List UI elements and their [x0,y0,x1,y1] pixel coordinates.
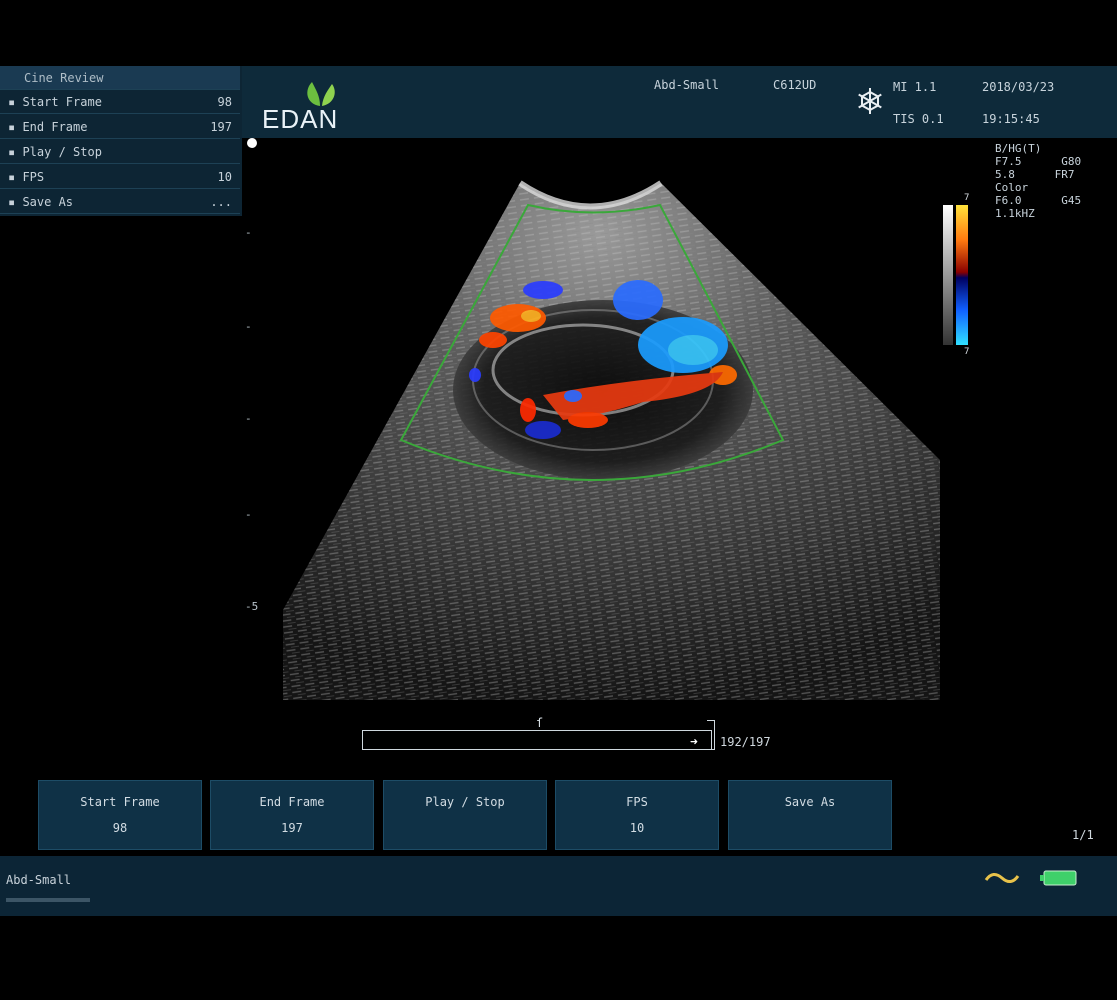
page-indicator: 1/1 [1072,828,1094,842]
preset-label: Abd-Small [654,78,720,92]
button-label: End Frame [259,795,325,809]
menu-item-value: 10 [217,170,232,184]
probe-label: C612UD [773,78,817,92]
start-frame-button[interactable]: Start Frame 98 [38,780,202,850]
button-label: Start Frame [80,795,160,809]
param-row: 5.8 FR7 [995,168,1075,181]
param-mode: B/HG(T) [995,142,1042,155]
menu-item-value: 98 [217,95,232,109]
mi-readout: MI 1.1 [893,80,937,94]
depth-tick: - [245,226,252,239]
cine-end-bracket [707,720,715,750]
arrow-right-icon: ➜ [690,735,698,750]
button-label: FPS [626,795,648,809]
menu-item-label: ▪ FPS [8,170,45,184]
tis-readout: TIS 0.1 [893,112,944,126]
color-velocity-bar [956,205,968,345]
date-readout: 2018/03/23 [982,80,1055,94]
param-prf: 1.1kHZ [995,207,1035,220]
play-stop-button[interactable]: Play / Stop [383,780,547,850]
orientation-marker [247,138,257,148]
button-value: 10 [629,821,645,835]
menu-title-label: Cine Review [24,71,104,85]
snowflake-icon[interactable] [855,86,885,116]
battery-icon [1040,870,1078,886]
depth-tick: - [245,412,252,425]
menu-item-play-stop[interactable]: ▪ Play / Stop [0,140,240,164]
menu-item-label: ▪ Save As [8,195,74,209]
menu-item-save-as[interactable]: ▪ Save As ... [0,190,240,214]
imaging-parameters: B/HG(T) F7.5 G80 5.8 FR7 Color F6.0 G45 … [995,142,1081,220]
menu-item-label: ▪ Start Frame [8,95,102,109]
cine-frame-counter: 192/197 [720,735,771,749]
cine-progress-bar[interactable] [362,730,712,750]
status-underline [6,898,90,902]
cine-progress-fill [363,731,702,749]
param-row: F6.0 G45 [995,194,1082,207]
param-row: F7.5 G80 [995,155,1082,168]
status-preset-label: Abd-Small [6,873,72,887]
menu-item-fps[interactable]: ▪ FPS 10 [0,165,240,189]
depth-tick: - [245,320,252,333]
depth-label: -5 [245,600,259,613]
cine-review-menu: Cine Review ▪ Start Frame 98 ▪ End Frame… [0,66,242,216]
wave-icon [984,868,1020,888]
status-bar [0,856,1117,916]
button-label: Save As [784,795,836,809]
menu-item-value: ... [210,195,232,209]
menu-item-end-frame[interactable]: ▪ End Frame 197 [0,115,240,139]
gray-scale-bar [943,205,953,345]
depth-tick: - [245,508,252,521]
param-color: Color [995,181,1029,194]
save-as-button[interactable]: Save As [728,780,892,850]
scale-top-label: 7 [964,193,970,203]
scale-bottom-label: 7 [964,347,970,357]
ultrasound-image[interactable] [243,140,940,700]
menu-item-value: 197 [210,120,232,134]
button-label: Play / Stop [425,795,505,809]
menu-item-start-frame[interactable]: ▪ Start Frame 98 [0,90,240,114]
menu-item-label: ▪ End Frame [8,120,88,134]
menu-item-label: ▪ Play / Stop [8,145,102,159]
fps-button[interactable]: FPS 10 [555,780,719,850]
end-frame-button[interactable]: End Frame 197 [210,780,374,850]
cine-marker: ſ [536,716,544,730]
menu-title: Cine Review [0,66,240,90]
brand-logo: EDAN [262,104,339,134]
button-value: 197 [281,821,303,835]
time-readout: 19:15:45 [982,112,1040,126]
button-value: 98 [112,821,128,835]
